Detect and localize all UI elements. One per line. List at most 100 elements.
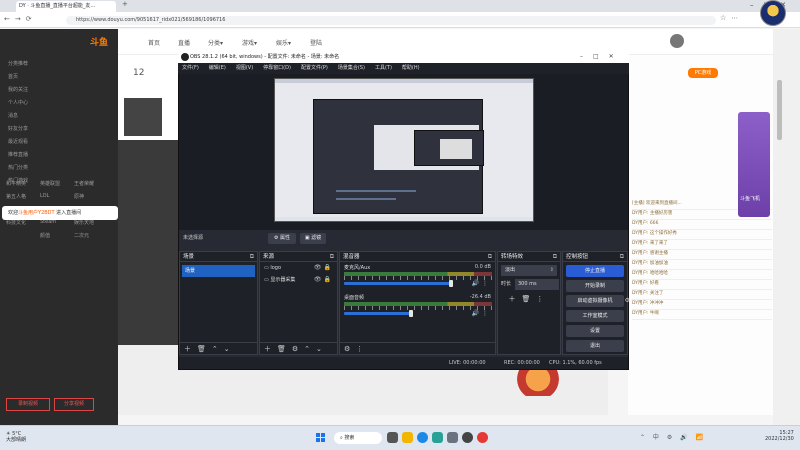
taskbar-search[interactable]: ⌕ 搜索 [334,432,382,444]
obs-taskbar-icon[interactable] [462,432,473,443]
nav-live[interactable]: 直播 [178,38,190,47]
record-video-button[interactable]: 录制视频 [6,398,50,411]
volume-fader[interactable] [344,312,411,315]
scenes-dock-header: 场景 ⧉ [180,252,257,262]
taskbar-clock[interactable]: 15:27 2022/12/30 [765,430,794,442]
chat-message: DY用户: 666 [632,220,772,230]
streamer-avatar[interactable] [124,98,162,136]
chrome-icon[interactable] [477,432,488,443]
user-avatar[interactable] [670,34,684,48]
browser-toolbar-icons[interactable]: ☆⋯ [720,14,743,22]
sidebar-item[interactable]: 消息 [8,112,18,119]
filters-button[interactable]: ▣ 滤镜 [300,233,326,244]
sources-dock: 来源 ⧉ ▭ logo 👁🔒 ▭ 显示器采集 👁🔒 ＋🗑⚙⌃⌄ [259,251,338,355]
source-item-logo[interactable]: ▭ logo 👁🔒 [260,262,337,274]
chat-message: DY用户: 牛啊 [632,310,772,320]
scene-item[interactable]: 场景 [182,265,255,277]
sidebar-item[interactable]: 第五人格 [6,193,26,200]
sidebar-item[interactable]: 娱乐天地 [74,219,94,226]
share-video-button[interactable]: 分享视频 [54,398,94,411]
visibility-lock-icons[interactable]: 👁🔒 [314,274,333,286]
sidebar-item[interactable]: LOL [40,193,49,199]
sidebar-item[interactable]: 个人中心 [8,99,28,106]
nav-games[interactable]: 游戏▾ [242,38,257,47]
speaker-icon[interactable]: 🔊⋮ [472,310,491,317]
sidebar-item[interactable]: 和平精英 [6,180,26,187]
sidebar-item[interactable]: 最近观看 [8,138,28,145]
controls-dock: 控制按钮 ⧉ 停止直播 开始录制 启动虚拟摄像机 ⚙ 工作室模式 设置 退出 [562,251,630,355]
dock-menu-icon[interactable]: ⧉ [250,252,254,262]
properties-button[interactable]: ⚙ 属性 [268,233,296,244]
browser-tab[interactable]: DY · 斗鱼直播_直播平台超能_友… [16,1,116,12]
obs-preview[interactable] [274,78,534,222]
edge-icon[interactable] [417,432,428,443]
sidebar-item[interactable]: 热门分类 [8,164,28,171]
app-icon[interactable] [447,432,458,443]
dock-menu-icon[interactable]: ⧉ [488,252,492,262]
control-button[interactable]: 停止直播 [566,265,624,277]
dock-menu-icon[interactable]: ⧉ [330,252,334,262]
dock-menu-icon[interactable]: ⧉ [620,252,624,262]
virtual-camera-settings-icon[interactable]: ⚙ [625,295,630,307]
duration-input[interactable]: 300 ms [515,279,559,290]
sidebar-item[interactable]: 首页 [8,73,18,80]
sidebar-item[interactable]: 我的关注 [8,86,28,93]
scenes-toolbar[interactable]: ＋🗑⌃⌄ [180,342,257,354]
sidebar-item[interactable]: 原神 [74,193,84,200]
obs-menu-item[interactable]: 视图(V) [236,65,253,71]
obs-menu-item[interactable]: 编辑(E) [209,65,226,71]
browser-nav-buttons[interactable]: ←→⟳ [4,15,37,23]
volume-fader-knob[interactable] [448,280,453,287]
task-view-icon[interactable] [387,432,398,443]
windows-start-icon[interactable] [316,433,326,443]
control-button[interactable]: 退出 [566,340,624,352]
sidebar-item[interactable]: 科技文化 [6,219,26,226]
nav-home[interactable]: 首页 [148,38,160,47]
sidebar-item[interactable]: 英雄联盟 [40,180,60,187]
douyu-logo[interactable]: 斗鱼 [90,35,108,48]
track-db: 0.0 dB [474,264,491,270]
nav-login[interactable]: 登陆 [310,38,322,47]
sidebar-item[interactable]: 王者荣耀 [74,180,94,187]
sidebar-item[interactable]: 推荐直播 [8,151,28,158]
meter-ticks [344,276,492,280]
mixer-toolbar[interactable]: ⚙⋮ [340,342,495,354]
nav-entertainment[interactable]: 娱乐▾ [276,38,291,47]
weather-widget[interactable]: ☀ 5°C 大部晴朗 [6,431,26,443]
speaker-icon[interactable]: 🔊⋮ [472,280,491,287]
sidebar-item[interactable]: 分类推荐 [8,60,28,67]
new-tab-icon[interactable]: + [122,1,128,8]
system-tray[interactable]: ⌃ 中 ⚙ 🔊 📶 [640,432,706,441]
transition-select[interactable]: 淡出 ⇕ [501,265,557,276]
control-button[interactable]: 启动虚拟摄像机 ⚙ [566,295,630,307]
address-bar[interactable]: https://www.douyu.com/9051617_ridx021/56… [66,16,716,25]
sources-title: 来源 [263,254,275,260]
control-button[interactable]: 设置 [566,325,624,337]
obs-menu-item[interactable]: 配置文件(P) [301,65,328,71]
sidebar-item[interactable]: 二次元 [74,232,89,239]
file-explorer-icon[interactable] [402,432,413,443]
control-button[interactable]: 工作室模式 [566,310,624,322]
volume-fader-knob[interactable] [408,310,413,317]
page-scroll-thumb[interactable] [777,80,782,140]
volume-fader[interactable] [344,282,451,285]
profile-avatar[interactable] [760,0,786,26]
nav-category[interactable]: 分类▾ [208,38,223,47]
sidebar-item[interactable]: 颜值 [40,232,50,239]
fan-count: 12 [133,68,145,78]
sidebar-item[interactable]: 好友分享 [8,125,28,132]
dock-menu-icon[interactable]: ⧉ [553,252,557,262]
store-icon[interactable] [432,432,443,443]
obs-menu-item[interactable]: 工具(T) [375,65,392,71]
sources-toolbar[interactable]: ＋🗑⚙⌃⌄ [260,342,337,354]
visibility-lock-icons[interactable]: 👁🔒 [314,262,333,274]
source-item-display-capture[interactable]: ▭ 显示器采集 👁🔒 [260,274,337,286]
obs-window-controls[interactable]: –□✕ [580,51,624,63]
obs-menu-item[interactable]: 场景集合(S) [338,65,365,71]
obs-menu-item[interactable]: 帮助(H) [402,65,420,71]
transition-toolbar[interactable]: ＋🗑⋮ [501,294,557,304]
obs-menu-item[interactable]: 停靠窗口(D) [263,65,291,71]
control-button[interactable]: 开始录制 [566,280,624,292]
pc-game-badge[interactable]: PC游戏 [688,68,718,78]
obs-menu-item[interactable]: 文件(F) [182,65,199,71]
